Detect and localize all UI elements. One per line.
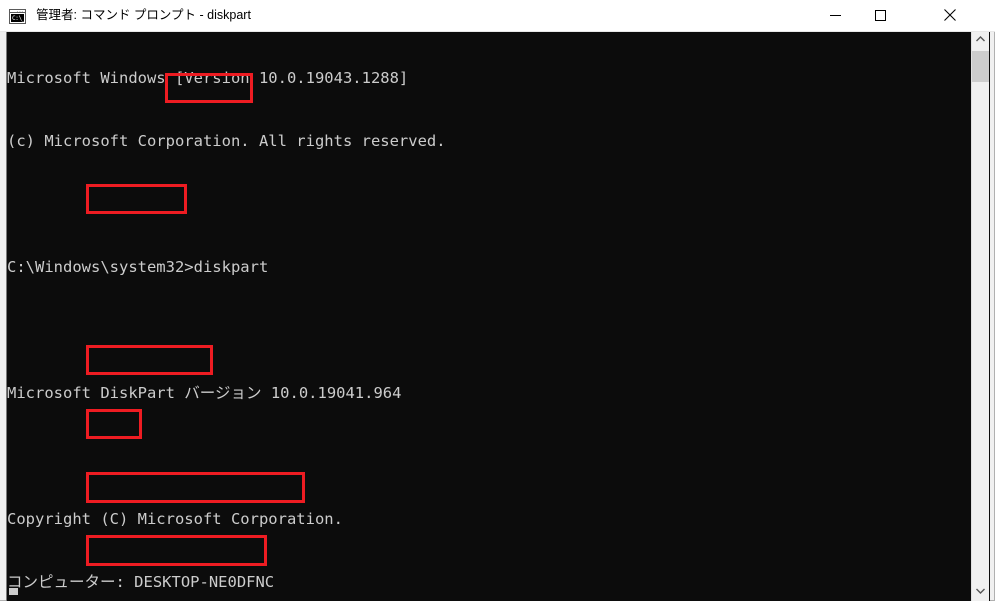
minimize-icon bbox=[830, 14, 841, 16]
scroll-up-button[interactable] bbox=[972, 32, 989, 49]
console-line: コンピューター: DESKTOP-NE0DFNC bbox=[7, 573, 275, 591]
maximize-button[interactable] bbox=[858, 0, 903, 30]
console-line: (c) Microsoft Corporation. All rights re… bbox=[7, 132, 446, 150]
title-bar[interactable]: ••• C:\_ 管理者: コマンド プロンプト - diskpart bbox=[0, 0, 995, 32]
scrollbar-track[interactable] bbox=[972, 49, 989, 584]
scrollbar-thumb[interactable] bbox=[972, 51, 989, 82]
console-text: Microsoft Windows [Version 10.0.19043.12… bbox=[7, 32, 967, 601]
maximize-icon bbox=[875, 9, 886, 21]
console-icon-glyph: C:\_ bbox=[11, 14, 24, 22]
console-line: Copyright (C) Microsoft Corporation. bbox=[7, 510, 343, 528]
console-icon: ••• C:\_ bbox=[9, 9, 26, 24]
command-prompt-window: ••• C:\_ 管理者: コマンド プロンプト - diskpart Micr… bbox=[0, 0, 995, 601]
console-line: Microsoft Windows [Version 10.0.19043.12… bbox=[7, 69, 409, 87]
vertical-scrollbar[interactable] bbox=[971, 32, 989, 601]
minimize-button[interactable] bbox=[813, 0, 858, 30]
chevron-down-icon bbox=[976, 588, 985, 594]
chevron-up-icon bbox=[976, 36, 985, 42]
console-line-command-diskpart: C:\Windows\system32>diskpart bbox=[7, 258, 269, 276]
close-icon bbox=[943, 9, 956, 21]
scroll-down-button[interactable] bbox=[972, 584, 989, 601]
text-cursor bbox=[9, 588, 18, 595]
window-title: 管理者: コマンド プロンプト - diskpart bbox=[36, 8, 251, 22]
console-output-area[interactable]: Microsoft Windows [Version 10.0.19043.12… bbox=[6, 32, 990, 601]
close-button[interactable] bbox=[927, 0, 972, 30]
console-line: Microsoft DiskPart バージョン 10.0.19041.964 bbox=[7, 384, 402, 402]
